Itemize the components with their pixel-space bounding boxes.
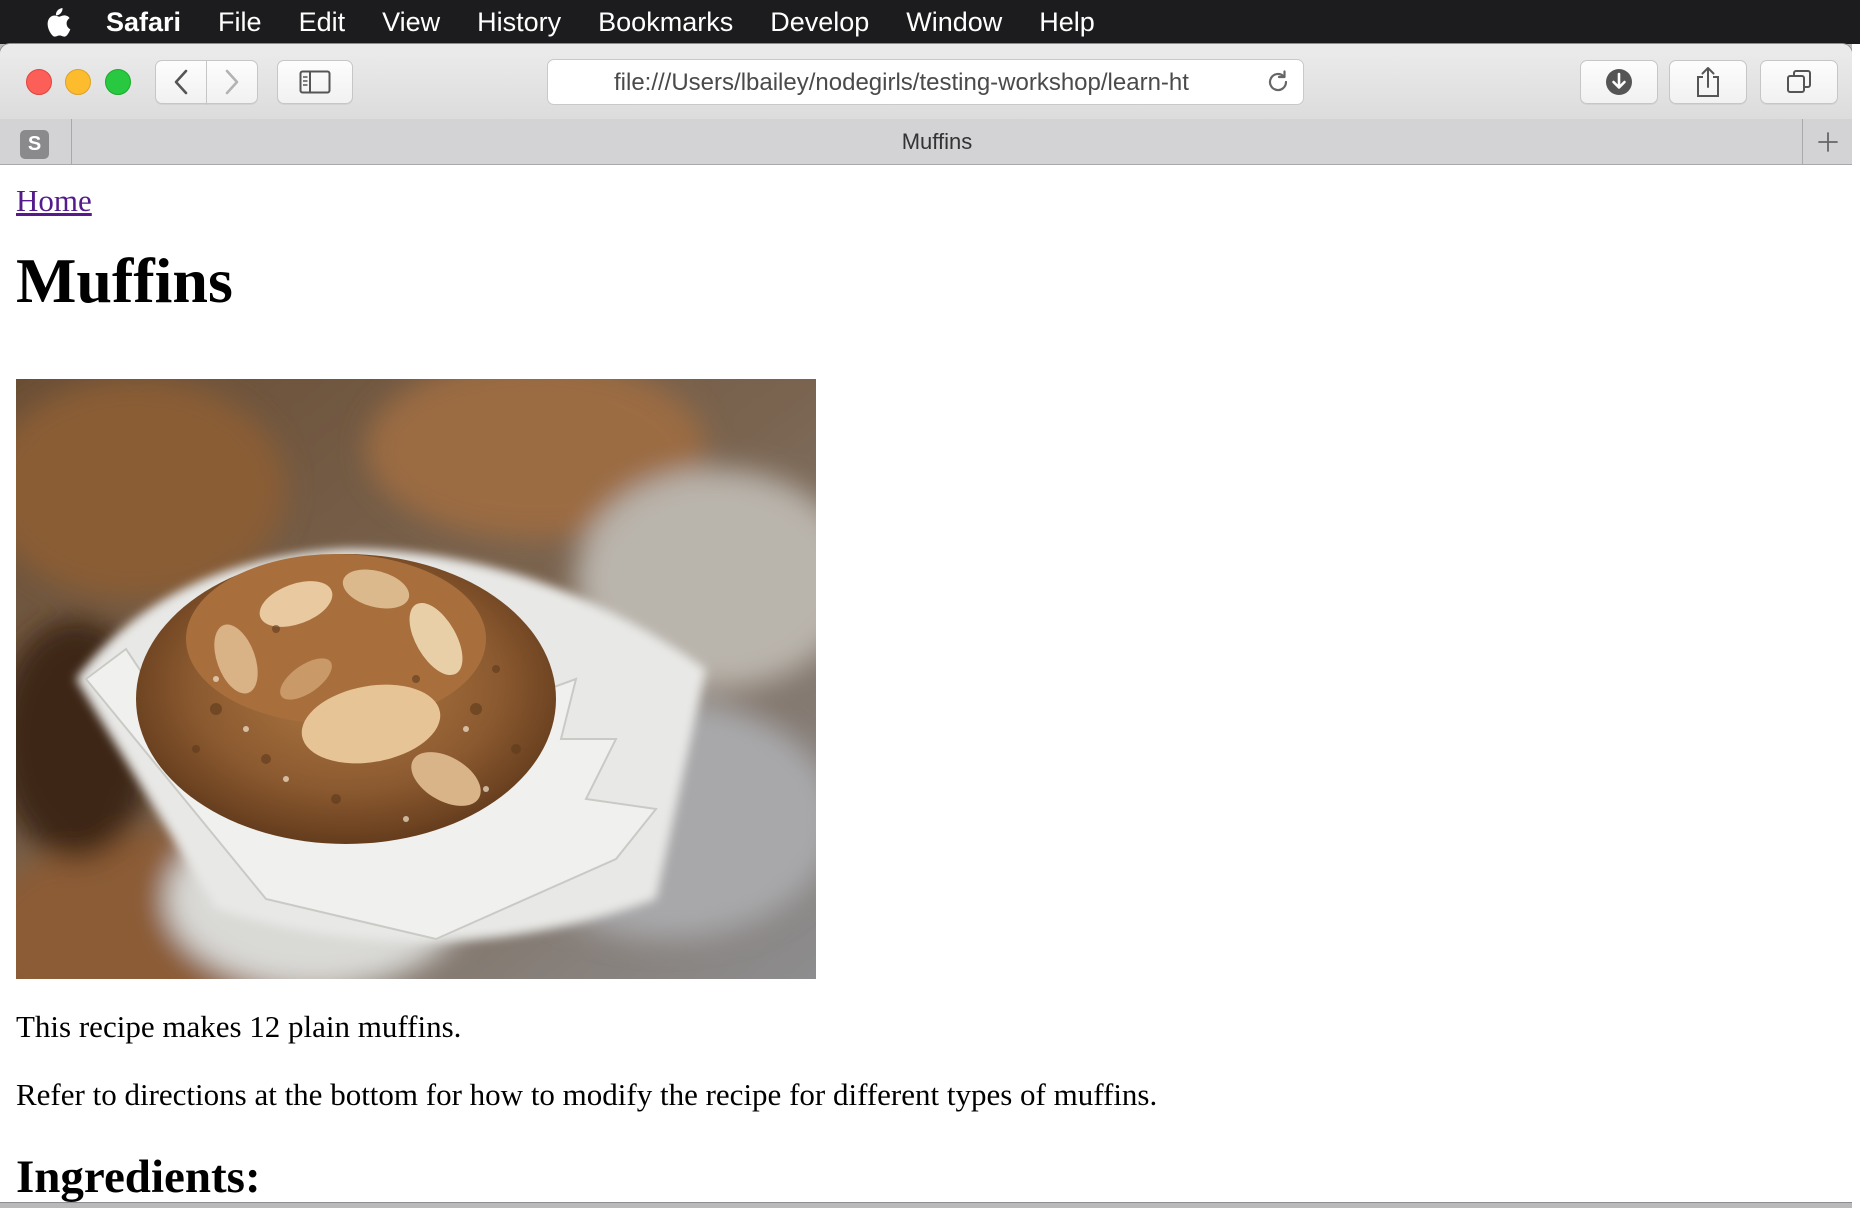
menu-view[interactable]: View	[382, 7, 440, 38]
sidebar-icon	[299, 70, 331, 94]
tabs-overview-icon	[1787, 70, 1811, 93]
close-window-button[interactable]	[26, 69, 52, 95]
browser-window: file:///Users/lbailey/nodegirls/testing-…	[0, 44, 1852, 1202]
recipe-intro: This recipe makes 12 plain muffins.	[16, 1009, 462, 1044]
download-icon	[1606, 69, 1632, 95]
minimize-window-button[interactable]	[65, 69, 91, 95]
show-sidebar-button[interactable]	[277, 60, 353, 104]
share-icon	[1697, 67, 1719, 97]
menu-develop[interactable]: Develop	[770, 7, 869, 38]
menu-bar: Safari File Edit View History Bookmarks …	[0, 0, 1860, 44]
menu-history[interactable]: History	[477, 7, 561, 38]
pinned-tab-favicon[interactable]: S	[20, 130, 49, 159]
tab-muffins[interactable]: Muffins	[72, 119, 1802, 164]
apple-logo-icon[interactable]	[40, 5, 74, 39]
menu-help[interactable]: Help	[1039, 7, 1095, 38]
forward-button[interactable]	[206, 60, 258, 104]
back-button[interactable]	[155, 60, 207, 104]
share-button[interactable]	[1669, 60, 1747, 104]
url-text[interactable]: file:///Users/lbailey/nodegirls/testing-…	[614, 69, 1216, 97]
menu-file[interactable]: File	[218, 7, 262, 38]
tab-overview-button[interactable]	[1760, 60, 1838, 104]
ingredients-heading: Ingredients:	[16, 1151, 261, 1202]
chevron-right-icon	[225, 69, 239, 95]
page-content: Home Muffins This recipe makes 12 plain …	[0, 165, 1852, 1202]
home-link[interactable]: Home	[16, 183, 92, 219]
background-window-edge	[1852, 44, 1860, 1208]
menu-app-safari[interactable]: Safari	[106, 7, 181, 38]
tab-bar: S Muffins	[0, 119, 1852, 165]
address-bar[interactable]: file:///Users/lbailey/nodegirls/testing-…	[547, 59, 1304, 105]
downloads-button[interactable]	[1580, 60, 1658, 104]
toolbar: file:///Users/lbailey/nodegirls/testing-…	[0, 44, 1852, 120]
directions-note: Refer to directions at the bottom for ho…	[16, 1077, 1158, 1112]
plus-icon	[1817, 131, 1838, 152]
reload-icon[interactable]	[1265, 69, 1291, 95]
muffin-photo	[16, 379, 816, 979]
menu-edit[interactable]: Edit	[299, 7, 346, 38]
new-tab-button[interactable]	[1803, 119, 1852, 164]
page-title: Muffins	[16, 245, 233, 316]
menu-bookmarks[interactable]: Bookmarks	[598, 7, 733, 38]
maximize-window-button[interactable]	[105, 69, 131, 95]
menu-window[interactable]: Window	[906, 7, 1002, 38]
chevron-left-icon	[174, 69, 188, 95]
